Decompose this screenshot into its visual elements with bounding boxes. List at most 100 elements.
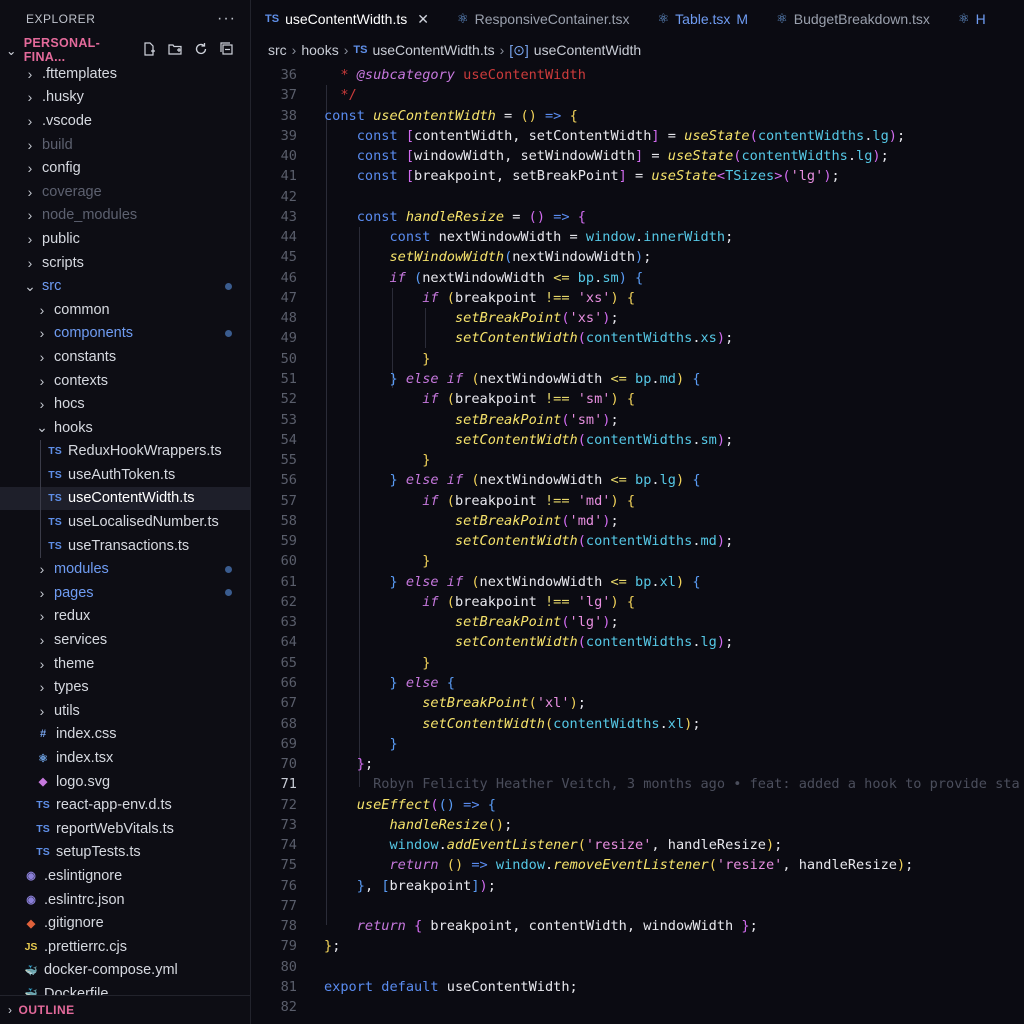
file-item[interactable]: 🐳 docker-compose.yml	[0, 959, 250, 983]
line-number: 59	[280, 533, 297, 550]
close-icon[interactable]: ✕	[417, 11, 429, 28]
folder-item[interactable]: › services	[0, 628, 250, 652]
editor-tab[interactable]: ⚛ BudgetBreakdown.tsx	[762, 0, 944, 38]
folder-item[interactable]: › components	[0, 322, 250, 346]
breadcrumb-file[interactable]: useContentWidth.ts	[372, 42, 494, 58]
folder-item[interactable]: › modules	[0, 557, 250, 581]
line-number: 54	[280, 431, 297, 448]
line-code: const [windowWidth, setWindowWidth] = us…	[356, 148, 889, 165]
file-item[interactable]: TS useLocalisedNumber.ts	[0, 510, 250, 534]
breadcrumb-symbol[interactable]: useContentWidth	[534, 42, 641, 58]
file-item[interactable]: # index.css	[0, 723, 250, 747]
file-item[interactable]: TS react-app-env.d.ts	[0, 793, 250, 817]
folder-item[interactable]: ⌄ src	[0, 274, 250, 298]
line-code: setWindowWidth(nextWindowWidth);	[389, 249, 652, 266]
folder-item[interactable]: › theme	[0, 652, 250, 676]
chevron-right-icon: ›	[39, 301, 45, 318]
code-line: 43 const handleResize = () => {	[251, 207, 1024, 227]
folder-item[interactable]: ⌄ hooks	[0, 416, 250, 440]
js-file-icon: JS	[24, 940, 38, 953]
new-folder-icon[interactable]	[166, 42, 184, 59]
code-line: 41 const [breakpoint, setBreakPoint] = u…	[251, 166, 1024, 186]
tree-item-label: types	[54, 679, 89, 696]
code-line: 68 setContentWidth(contentWidths.xl);	[251, 714, 1024, 734]
new-file-icon[interactable]	[140, 41, 158, 59]
editor-area: TS useContentWidth.ts ✕ ⚛ ResponsiveContaine…	[251, 0, 1024, 1024]
file-item[interactable]: TS setupTests.ts	[0, 841, 250, 865]
file-item[interactable]: ◆ logo.svg	[0, 770, 250, 794]
folder-item[interactable]: › coverage	[0, 180, 250, 204]
breadcrumb-src[interactable]: src	[268, 42, 287, 58]
code-line: 67 setBreakPoint('xl');	[251, 693, 1024, 713]
folder-item[interactable]: › common	[0, 298, 250, 322]
code-line: 61 } else if (nextWindowWidth <= bp.xl) …	[251, 572, 1024, 592]
file-item[interactable]: TS useTransactions.ts	[0, 534, 250, 558]
chevron-right-icon: ›	[27, 160, 33, 177]
refresh-icon[interactable]	[192, 42, 210, 59]
code-line: 75 return () => window.removeEventListen…	[251, 855, 1024, 875]
line-number: 68	[280, 715, 297, 732]
line-code: Robyn Felicity Heather Veitch, 3 months …	[324, 774, 1020, 794]
folder-item[interactable]: › node_modules	[0, 204, 250, 228]
tree-item-label: common	[54, 301, 110, 318]
file-item[interactable]: ◆ .gitignore	[0, 911, 250, 935]
file-item[interactable]: JS .prettierrc.cjs	[0, 935, 250, 959]
folder-item[interactable]: › hocs	[0, 392, 250, 416]
folder-item[interactable]: › .husky	[0, 86, 250, 110]
breadcrumb: src › hooks › TS useContentWidth.ts › [⊙…	[251, 38, 1024, 62]
line-code: handleResize();	[389, 816, 513, 833]
react-file-icon: ⚛	[38, 752, 48, 765]
tree-item-label: setupTests.ts	[56, 844, 141, 861]
folder-item[interactable]: › redux	[0, 605, 250, 629]
editor-tab[interactable]: ⚛ ResponsiveContainer.tsx	[443, 0, 644, 38]
line-code: setContentWidth(contentWidths.xs);	[454, 330, 734, 347]
file-item[interactable]: TS reportWebVitals.ts	[0, 817, 250, 841]
outline-section[interactable]: › OUTLINE	[0, 995, 250, 1024]
project-root[interactable]: ⌄ PERSONAL-FINA...	[0, 36, 250, 64]
line-number: 75	[280, 857, 297, 874]
editor-tab[interactable]: ⚛ Table.tsx M	[644, 0, 763, 38]
folder-item[interactable]: › config	[0, 156, 250, 180]
folder-item[interactable]: › .fttemplates	[0, 62, 250, 86]
code-line: 73 handleResize();	[251, 815, 1024, 835]
breadcrumb-hooks[interactable]: hooks	[301, 42, 338, 58]
code-line: 57 if (breakpoint !== 'md') {	[251, 491, 1024, 511]
code-line: 40 const [windowWidth, setWindowWidth] =…	[251, 146, 1024, 166]
line-number: 46	[280, 269, 297, 286]
folder-item[interactable]: › utils	[0, 699, 250, 723]
folder-item[interactable]: › contexts	[0, 369, 250, 393]
line-code: setContentWidth(contentWidths.xl);	[422, 715, 701, 732]
folder-item[interactable]: › .vscode	[0, 109, 250, 133]
file-tree: › .fttemplates › .husky › .vscode › build › confi…	[0, 62, 250, 1006]
line-code: }	[422, 350, 431, 367]
line-number: 50	[280, 350, 297, 367]
folder-item[interactable]: › build	[0, 133, 250, 157]
line-number: 37	[280, 87, 297, 104]
ts-file-icon: TS	[48, 468, 62, 481]
file-item[interactable]: TS useContentWidth.ts	[0, 486, 250, 511]
more-actions-icon[interactable]: ···	[217, 10, 236, 28]
collapse-all-icon[interactable]	[218, 41, 236, 59]
folder-item[interactable]: › scripts	[0, 251, 250, 275]
tree-item-label: scripts	[42, 254, 84, 271]
line-code: const useContentWidth = () => {	[324, 107, 578, 124]
code-line: 36 * @subcategory useContentWidth	[251, 65, 1024, 85]
tree-item-label: useTransactions.ts	[68, 537, 190, 554]
folder-item[interactable]: › pages	[0, 581, 250, 605]
file-item[interactable]: TS ReduxHookWrappers.ts	[0, 440, 250, 464]
tree-item-label: components	[54, 325, 133, 342]
folder-item[interactable]: › types	[0, 675, 250, 699]
folder-item[interactable]: › public	[0, 227, 250, 251]
line-code: } else if (nextWindowWidth <= bp.lg) {	[389, 472, 701, 489]
line-number: 65	[280, 654, 297, 671]
chevron-right-icon: ›	[39, 325, 45, 342]
code-editor[interactable]: 36 * @subcategory useContentWidth 37 */38…	[251, 65, 1024, 1024]
file-item[interactable]: TS useAuthToken.ts	[0, 463, 250, 487]
folder-item[interactable]: › constants	[0, 345, 250, 369]
line-number: 44	[280, 229, 297, 246]
file-item[interactable]: ◉ .eslintrc.json	[0, 888, 250, 912]
editor-tab[interactable]: TS useContentWidth.ts ✕	[251, 0, 443, 38]
file-item[interactable]: ◉ .eslintignore	[0, 864, 250, 888]
file-item[interactable]: ⚛ index.tsx	[0, 746, 250, 770]
editor-tab[interactable]: ⚛ H	[944, 0, 1000, 38]
